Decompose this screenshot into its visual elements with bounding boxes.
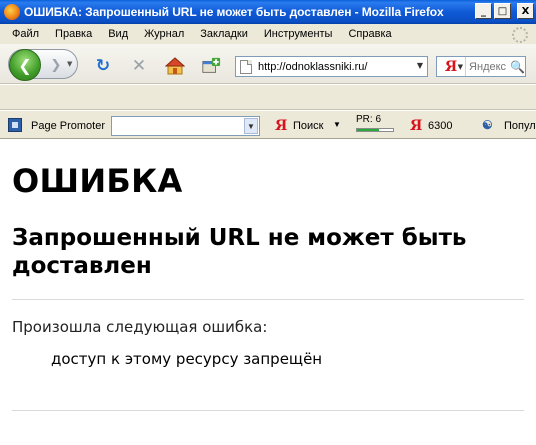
menu-bookmarks[interactable]: Закладки [192,28,256,40]
back-arrow-icon: ❮ [18,55,32,75]
maximize-button[interactable]: □ [494,3,511,19]
firefox-icon [4,4,20,20]
window-controls: _ □ X [475,3,534,19]
url-dropdown-icon[interactable]: ▼ [417,61,423,70]
throbber-icon [512,27,528,43]
forward-button[interactable]: ❯ [47,57,65,73]
reload-icon: ↻ [95,56,111,76]
menu-tools[interactable]: Инструменты [256,28,341,40]
divider-bottom [12,410,524,411]
page-promoter-toolbar: Page Promoter ▼ Я Поиск ▼ PR: 6 Я 6300 ☯… [0,111,536,139]
reload-button[interactable]: ↻ [93,56,113,76]
search-icon[interactable]: 🔍 [510,60,525,74]
pagerank-bar [356,128,394,132]
search-box[interactable]: Я ▼ 🔍 [436,56,526,77]
menu-bar: Файл Правка Вид Журнал Закладки Инструме… [0,24,536,44]
error-subheading: Запрошенный URL не может быть доставлен [12,225,467,279]
pagerank-fill [357,129,379,131]
stop-button[interactable]: ✕ [129,56,149,76]
page-icon [240,59,252,74]
page-content: ОШИБКА Запрошенный URL не может быть дос… [0,140,536,445]
page-promoter-combobox[interactable]: ▼ [111,116,260,136]
forward-arrow-icon: ❯ [50,57,62,73]
popularity-label[interactable]: Попул [504,120,536,132]
address-bar[interactable]: ▼ [235,56,428,77]
history-dropdown-icon[interactable]: ▼ [67,60,72,68]
navigation-toolbar: ❮ ❯ ▼ ↻ ✕ ▼ Я ▼ [0,44,536,84]
menu-edit[interactable]: Правка [47,28,100,40]
search-dropdown-icon[interactable]: ▼ [333,120,341,129]
page-promoter-icon[interactable] [8,118,22,132]
minimize-button[interactable]: _ [475,3,492,19]
yandex-citation-icon: Я [410,118,423,134]
citation-count: 6300 [428,120,453,132]
window-title: ОШИБКА: Запрошенный URL не может быть до… [24,5,444,19]
bookmarks-toolbar [0,85,536,110]
yandex-icon: Я [275,118,288,134]
add-bookmark-icon [202,57,221,73]
popularity-icon[interactable]: ☯ [482,118,496,132]
divider-top [12,299,524,300]
menu-view[interactable]: Вид [100,28,136,40]
back-button[interactable]: ❮ [9,49,41,81]
error-heading: ОШИБКА [12,162,183,200]
page-promoter-label: Page Promoter [31,120,105,132]
pagerank-label: PR: 6 [356,114,382,125]
error-detail-text: доступ к этому ресурсу запрещён [51,350,323,368]
menu-help[interactable]: Справка [340,28,399,40]
back-forward-group: ❮ ❯ ▼ [8,49,78,81]
error-intro-text: Произошла следующая ошибка: [12,318,268,336]
stop-icon: ✕ [131,56,147,76]
search-engine-button[interactable]: Я ▼ [437,57,467,76]
yandex-logo: Я [444,58,458,75]
menu-file[interactable]: Файл [4,28,47,40]
menu-history[interactable]: Журнал [136,28,192,40]
toolbar-search-button[interactable]: Поиск [293,120,323,132]
close-button[interactable]: X [517,3,534,19]
engine-dropdown-icon: ▼ [457,63,464,71]
url-input[interactable] [258,60,398,73]
home-button[interactable] [165,56,185,76]
home-icon [165,57,185,75]
search-input[interactable] [469,60,510,73]
add-bookmark-button[interactable] [201,56,221,76]
combobox-dropdown-icon[interactable]: ▼ [244,118,258,134]
window-titlebar: ОШИБКА: Запрошенный URL не может быть до… [0,0,536,24]
